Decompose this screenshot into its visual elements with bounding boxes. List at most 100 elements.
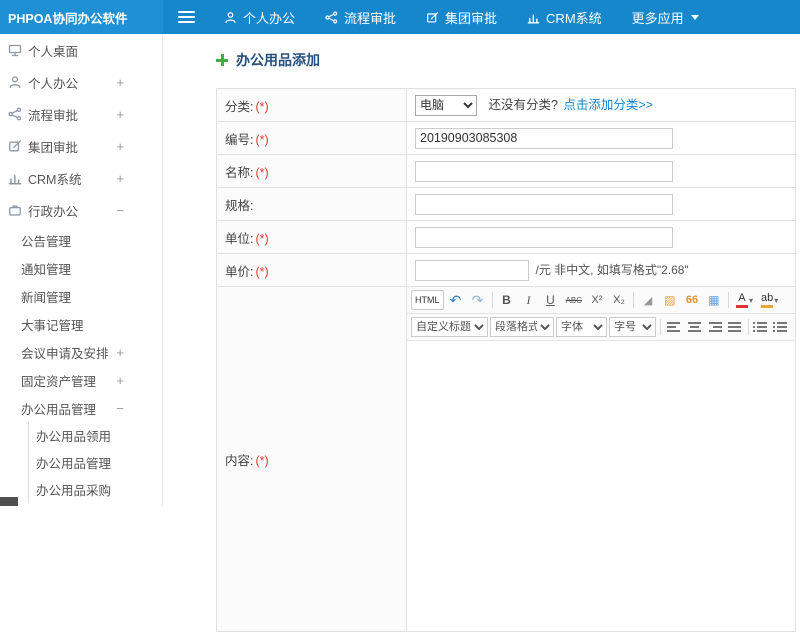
required-mark: (*) bbox=[255, 132, 269, 147]
sidebar-item-label: 集团审批 bbox=[28, 140, 79, 155]
align-right-icon[interactable] bbox=[706, 318, 724, 337]
field-label: 名称: bbox=[225, 165, 254, 180]
chart-icon bbox=[8, 174, 22, 185]
underline-button[interactable]: U bbox=[541, 290, 561, 310]
font-color-button[interactable]: A ▾ bbox=[733, 290, 756, 310]
add-category-link[interactable]: 点击添加分类>> bbox=[563, 98, 653, 112]
name-input[interactable] bbox=[415, 160, 673, 182]
sidebar-item-news-mgmt[interactable]: 新闻管理 bbox=[21, 282, 162, 310]
expand-icon[interactable]: + bbox=[116, 139, 124, 154]
collapse-icon[interactable]: − bbox=[116, 203, 124, 218]
expand-icon[interactable]: + bbox=[116, 75, 124, 90]
unordered-list-icon[interactable] bbox=[753, 318, 771, 337]
add-plus-icon bbox=[216, 54, 228, 66]
insert-table-icon[interactable]: ▦ bbox=[704, 290, 724, 310]
sidebar-item-supplies-manage[interactable]: 办公用品管理 bbox=[29, 449, 162, 476]
form-row-price: 单价: (*) /元 非中文, 如填写格式"2.68" bbox=[216, 253, 796, 287]
flow-icon bbox=[325, 11, 338, 23]
office-supply-add-form: 分类:(*) 电脑 还没有分类? 点击添加分类>> 编号:(*) 名称:(*) … bbox=[216, 88, 796, 632]
unit-input[interactable] bbox=[415, 226, 673, 248]
redo-icon[interactable]: ↷ bbox=[468, 290, 488, 310]
field-label: 单价: bbox=[225, 264, 254, 279]
edit-icon bbox=[427, 11, 439, 23]
sidebar-item-supplies-claim[interactable]: 办公用品领用 bbox=[29, 422, 162, 449]
sidebar-item-label: 办公用品领用 bbox=[36, 430, 112, 444]
sidebar-item-group-approval[interactable]: 集团审批 + bbox=[0, 130, 162, 162]
nav-personal-office[interactable]: 个人办公 bbox=[209, 0, 310, 34]
expand-icon[interactable]: + bbox=[116, 171, 124, 186]
page-header: 办公用品添加 bbox=[164, 34, 800, 80]
italic-button[interactable]: I bbox=[519, 290, 539, 310]
sidebar-item-label: 行政办公 bbox=[28, 204, 79, 219]
sidebar-item-crm-system[interactable]: CRM系统 + bbox=[0, 162, 162, 194]
sidebar-item-meeting-mgmt[interactable]: 会议申请及安排 + bbox=[21, 338, 162, 366]
sidebar-item-personal-desktop[interactable]: 个人桌面 bbox=[0, 34, 162, 66]
expand-icon[interactable]: + bbox=[116, 345, 124, 360]
sidebar-item-label: 办公用品管理 bbox=[36, 457, 112, 471]
hamburger-menu-icon[interactable] bbox=[163, 0, 209, 34]
topbar: PHPOA协同办公软件 个人办公 流程审批 集团审批 CRM系统 更多应用 bbox=[0, 0, 800, 34]
blockquote-icon[interactable]: 66 bbox=[682, 290, 702, 310]
align-left-icon[interactable] bbox=[665, 318, 683, 337]
category-select[interactable]: 电脑 bbox=[415, 94, 477, 116]
heading-style-select[interactable]: 自定义标题 bbox=[411, 317, 488, 337]
form-row-category: 分类: (*) 电脑 还没有分类? 点击添加分类>> bbox=[216, 88, 796, 122]
toolbar-separator bbox=[727, 292, 729, 308]
sidebar-item-admin-office[interactable]: 行政办公 − bbox=[0, 194, 162, 226]
price-format-hint: /元 非中文, 如填写格式"2.68" bbox=[535, 263, 689, 277]
field-label: 单位: bbox=[225, 231, 254, 246]
expand-icon[interactable]: + bbox=[116, 373, 124, 388]
price-input[interactable] bbox=[415, 259, 529, 281]
format-eraser-icon[interactable]: ◢ bbox=[638, 290, 658, 310]
superscript-button[interactable]: X² bbox=[587, 290, 607, 310]
code-input[interactable] bbox=[415, 127, 673, 149]
nav-label: CRM系统 bbox=[546, 10, 602, 26]
editor-content-area[interactable] bbox=[407, 341, 795, 631]
sidebar-item-workflow-approval[interactable]: 流程审批 + bbox=[0, 98, 162, 130]
html-source-button[interactable]: HTML bbox=[411, 290, 444, 310]
app-logo: PHPOA协同办公软件 bbox=[0, 0, 163, 34]
nav-more-apps[interactable]: 更多应用 bbox=[617, 0, 714, 34]
field-label: 规格: bbox=[225, 198, 254, 213]
sidebar-item-announcement-mgmt[interactable]: 公告管理 bbox=[21, 226, 162, 254]
sidebar-item-label: 办公用品采购 bbox=[36, 484, 112, 498]
strikethrough-button[interactable]: ABC bbox=[563, 290, 585, 310]
toolbar-separator bbox=[491, 292, 493, 308]
sidebar-item-label: 大事记管理 bbox=[21, 318, 84, 333]
ordered-list-icon[interactable] bbox=[773, 318, 791, 337]
main-content: 办公用品添加 分类: (*) 电脑 还没有分类? 点击添加分类>> 编号: (*) … bbox=[164, 34, 800, 632]
sidebar-item-memorabilia-mgmt[interactable]: 大事记管理 bbox=[21, 310, 162, 338]
spec-input[interactable] bbox=[415, 193, 673, 215]
highlight-color-button[interactable]: ab ▾ bbox=[758, 290, 781, 310]
collapse-icon[interactable]: − bbox=[116, 401, 124, 416]
sidebar-item-label: CRM系统 bbox=[28, 172, 82, 187]
paragraph-format-select[interactable]: 段落格式 bbox=[490, 317, 554, 337]
caret-down-icon: ▾ bbox=[748, 295, 753, 305]
align-center-icon[interactable] bbox=[686, 318, 704, 337]
subscript-button[interactable]: X₂ bbox=[609, 290, 629, 310]
toolbar-separator bbox=[660, 319, 662, 335]
nav-group-approval[interactable]: 集团审批 bbox=[411, 0, 512, 34]
scrollbar-thumb[interactable] bbox=[0, 497, 18, 506]
sidebar-item-personal-office[interactable]: 个人办公 + bbox=[0, 66, 162, 98]
expand-icon[interactable]: + bbox=[116, 107, 124, 122]
sidebar-item-office-supplies-mgmt[interactable]: 办公用品管理 − bbox=[21, 394, 162, 422]
nav-crm-system[interactable]: CRM系统 bbox=[512, 0, 617, 34]
sidebar-item-fixed-assets-mgmt[interactable]: 固定资产管理 + bbox=[21, 366, 162, 394]
rich-text-editor: HTML ↶ ↷ B I U ABC X² X₂ ◢ ▨ 66 ▦ A ▾ ab… bbox=[407, 287, 795, 631]
nav-label: 更多应用 bbox=[631, 10, 684, 26]
field-label: 编号: bbox=[225, 132, 254, 147]
font-family-select[interactable]: 字体 bbox=[556, 317, 608, 337]
undo-icon[interactable]: ↶ bbox=[446, 290, 466, 310]
format-brush-icon[interactable]: ▨ bbox=[660, 290, 680, 310]
bold-button[interactable]: B bbox=[497, 290, 517, 310]
font-size-select[interactable]: 字号 bbox=[609, 317, 657, 337]
align-justify-icon[interactable] bbox=[726, 318, 744, 337]
nav-workflow-approval[interactable]: 流程审批 bbox=[310, 0, 411, 34]
toolbar-separator bbox=[748, 319, 750, 335]
caret-down-icon bbox=[690, 14, 699, 20]
sidebar-item-supplies-purchase[interactable]: 办公用品采购 bbox=[29, 476, 162, 503]
sidebar-item-notice-mgmt[interactable]: 通知管理 bbox=[21, 254, 162, 282]
sidebar-item-label: 新闻管理 bbox=[21, 290, 72, 305]
sidebar-item-label: 流程审批 bbox=[28, 108, 79, 123]
